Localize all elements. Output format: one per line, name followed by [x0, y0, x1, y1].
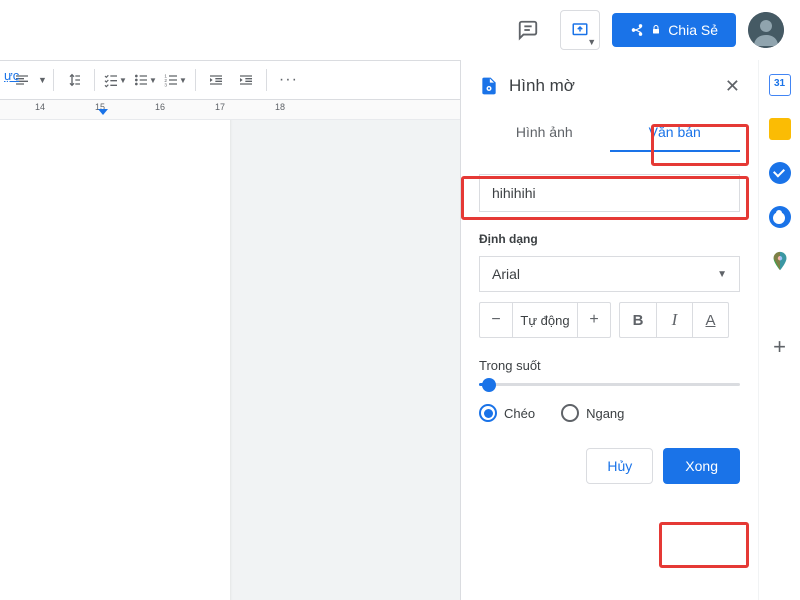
watermark-panel: Hình mờ ✕ Hình ảnh Văn bản Định dạng Ari…: [460, 60, 758, 600]
orientation-diagonal-radio[interactable]: Chéo: [479, 404, 535, 422]
comment-icon[interactable]: [508, 10, 548, 50]
side-panel-rail: +: [758, 60, 800, 600]
italic-button[interactable]: I: [656, 303, 692, 337]
contacts-app-icon[interactable]: [769, 206, 791, 228]
tasks-app-icon[interactable]: [769, 162, 791, 184]
radio-label: Ngang: [586, 406, 624, 421]
ruler-marker-icon[interactable]: [98, 109, 108, 115]
tab-image[interactable]: Hình ảnh: [479, 114, 610, 152]
line-spacing-icon[interactable]: [60, 66, 88, 94]
text-style-group: B I A: [619, 302, 729, 338]
ruler-tick: 18: [275, 102, 285, 112]
watermark-text-input[interactable]: [479, 174, 740, 212]
slider-thumb[interactable]: [482, 378, 496, 392]
close-icon[interactable]: ✕: [725, 76, 740, 97]
share-button[interactable]: Chia Sẻ: [612, 13, 736, 47]
app-header: ▼ Chia Sẻ: [0, 0, 800, 60]
indent-decrease-icon[interactable]: [202, 66, 230, 94]
text-color-button[interactable]: A: [692, 303, 728, 337]
panel-title: Hình mờ: [509, 76, 715, 96]
svg-text:3: 3: [164, 83, 167, 88]
truncated-link[interactable]: ực: [4, 68, 19, 83]
indent-increase-icon[interactable]: [232, 66, 260, 94]
transparency-slider[interactable]: [479, 383, 740, 386]
present-button[interactable]: ▼: [560, 10, 600, 50]
size-increase-button[interactable]: +: [578, 303, 610, 337]
toolbar-overflow[interactable]: ···: [273, 71, 304, 89]
avatar[interactable]: [748, 12, 784, 48]
bullet-list-icon[interactable]: ▼: [131, 66, 159, 94]
document-page: [0, 120, 230, 600]
tab-text[interactable]: Văn bản: [610, 114, 741, 152]
ruler-tick: 16: [155, 102, 165, 112]
font-select[interactable]: Arial ▼: [479, 256, 740, 292]
transparency-label: Trong suốt: [479, 358, 740, 373]
size-value[interactable]: Tự động: [512, 303, 578, 337]
docs-file-icon: [479, 74, 499, 98]
ruler-tick: 14: [35, 102, 45, 112]
watermark-tabs: Hình ảnh Văn bản: [479, 114, 740, 152]
calendar-app-icon[interactable]: [769, 74, 791, 96]
chevron-down-icon: ▼: [717, 269, 727, 280]
maps-app-icon[interactable]: [769, 250, 791, 272]
format-label: Định dạng: [479, 232, 740, 246]
add-addon-icon[interactable]: +: [769, 336, 791, 358]
font-value: Arial: [492, 266, 520, 282]
keep-app-icon[interactable]: [769, 118, 791, 140]
cancel-button[interactable]: Hủy: [586, 448, 653, 484]
checklist-icon[interactable]: ▼: [101, 66, 129, 94]
radio-label: Chéo: [504, 406, 535, 421]
size-decrease-button[interactable]: −: [480, 303, 512, 337]
orientation-horizontal-radio[interactable]: Ngang: [561, 404, 624, 422]
bold-button[interactable]: B: [620, 303, 656, 337]
size-stepper: − Tự động +: [479, 302, 611, 338]
done-button[interactable]: Xong: [663, 448, 740, 484]
share-label: Chia Sẻ: [668, 22, 718, 38]
document-canvas[interactable]: [0, 120, 460, 600]
numbered-list-icon[interactable]: 123▼: [161, 66, 189, 94]
ruler-tick: 17: [215, 102, 225, 112]
